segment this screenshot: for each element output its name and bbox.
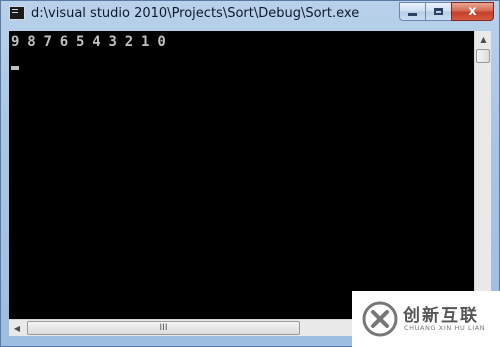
scroll-grip: III xyxy=(159,323,168,333)
minimize-button[interactable] xyxy=(399,2,425,21)
console-output-area[interactable]: 9 8 7 6 5 4 3 2 1 0 xyxy=(9,31,474,319)
vertical-scrollbar[interactable]: ▲ ▼ xyxy=(474,31,491,319)
brand-name-cn: 创新互联 xyxy=(403,306,479,326)
maximize-icon xyxy=(434,8,443,15)
console-output-line: 9 8 7 6 5 4 3 2 1 0 xyxy=(11,34,166,50)
vertical-scroll-thumb[interactable] xyxy=(476,49,490,63)
scroll-left-arrow-icon[interactable]: ◀ xyxy=(9,320,25,336)
close-icon: x xyxy=(468,4,477,19)
text-cursor xyxy=(11,66,19,70)
title-bar[interactable]: d:\visual studio 2010\Projects\Sort\Debu… xyxy=(1,1,499,27)
console-app-icon[interactable] xyxy=(9,6,25,20)
scroll-up-arrow-icon[interactable]: ▲ xyxy=(476,31,491,47)
brand-logo-icon xyxy=(362,301,398,337)
maximize-button[interactable] xyxy=(425,2,451,21)
horizontal-scroll-thumb[interactable]: III xyxy=(27,321,300,335)
caption-buttons: x xyxy=(399,2,494,21)
brand-name-en: CHUANG XIN HU LIAN xyxy=(404,324,486,332)
watermark: 创新互联 CHUANG XIN HU LIAN xyxy=(352,291,500,347)
close-button[interactable]: x xyxy=(451,2,494,21)
minimize-icon xyxy=(408,13,417,16)
window-title: d:\visual studio 2010\Projects\Sort\Debu… xyxy=(31,6,360,21)
